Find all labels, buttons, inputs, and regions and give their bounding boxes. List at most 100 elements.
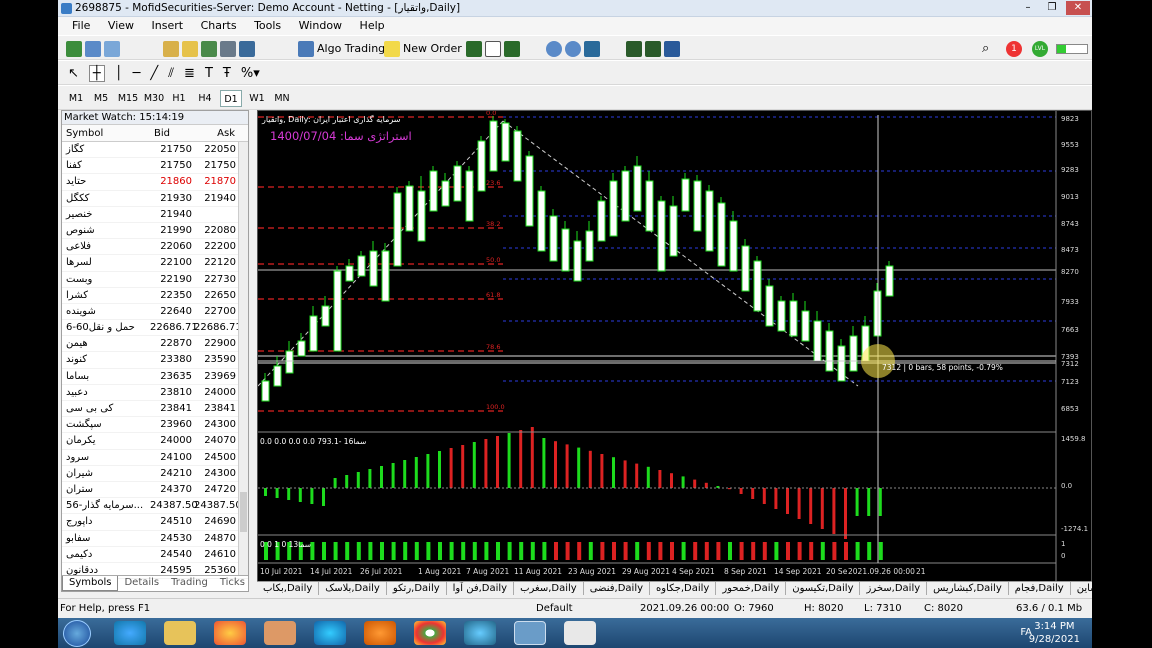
- media-player-icon[interactable]: [264, 621, 296, 645]
- market-watch-row[interactable]: فلاعی 22060 22200: [62, 239, 248, 256]
- restore-button[interactable]: ❐: [1040, 1, 1064, 15]
- market-watch-row[interactable]: لسرها 22100 22120: [62, 255, 248, 272]
- chart-window[interactable]: 0.0 23.6 38.2 50.0 61.8 78.6 100.0 9823 9553 928…: [257, 110, 1092, 596]
- market-watch-row[interactable]: داپورج 24510 24690: [62, 514, 248, 531]
- market-watch-row[interactable]: دکیمی 24540 24610: [62, 547, 248, 563]
- market-watch-scrollbar[interactable]: [238, 142, 248, 576]
- tile-windows-icon[interactable]: [584, 40, 600, 57]
- shapes-icon[interactable]: %▾: [241, 66, 260, 81]
- chart-tab[interactable]: خمحور,Daily: [716, 582, 787, 595]
- algo-trading-button[interactable]: Algo Trading: [298, 39, 385, 58]
- market-watch-row[interactable]: شوینده 22640 22700: [62, 304, 248, 321]
- image-viewer-icon[interactable]: [564, 621, 596, 645]
- text-icon[interactable]: T: [205, 66, 213, 81]
- templates-icon[interactable]: [664, 40, 680, 57]
- tray-clock[interactable]: 3:14 PM 9/28/2021: [1029, 620, 1080, 646]
- market-watch-row[interactable]: یکرمان 24000 24070: [62, 433, 248, 450]
- tf-m5[interactable]: M5: [90, 90, 112, 107]
- fibonacci-icon[interactable]: ≣: [184, 66, 195, 81]
- chart-tab[interactable]: سخرز,Daily: [860, 582, 928, 595]
- chart-tab[interactable]: بلاسک,Daily: [319, 582, 387, 595]
- cursor-icon[interactable]: ↖: [68, 66, 79, 81]
- explorer-icon[interactable]: [164, 621, 196, 645]
- ie-icon[interactable]: [114, 621, 146, 645]
- tf-h4[interactable]: H4: [194, 90, 216, 107]
- chart-shift-icon[interactable]: [645, 40, 661, 57]
- terminal-icon[interactable]: [220, 40, 236, 57]
- chart-tab[interactable]: شاین: [1071, 582, 1092, 595]
- candlestick-chart-icon[interactable]: [485, 40, 501, 57]
- ask-column-header[interactable]: Ask: [194, 125, 238, 141]
- notifications-icon[interactable]: 1: [1006, 40, 1022, 57]
- tf-w1[interactable]: W1: [246, 90, 268, 107]
- tab-details[interactable]: Details: [118, 576, 165, 591]
- metaeditor-icon[interactable]: [239, 40, 255, 57]
- vertical-line-icon[interactable]: │: [115, 66, 123, 81]
- menu-file[interactable]: File: [72, 19, 90, 32]
- chart-tab[interactable]: فجام,Daily: [1009, 582, 1071, 595]
- market-watch-row[interactable]: کی بی سی 23841 23841: [62, 401, 248, 418]
- network-app-icon[interactable]: [464, 621, 496, 645]
- market-watch-row[interactable]: سرمایه گذار-56... 24387.50 24387.50: [62, 498, 248, 515]
- market-watch-row[interactable]: هیمن 22870 22900: [62, 336, 248, 353]
- zoom-in-icon[interactable]: [546, 40, 562, 57]
- edge-icon[interactable]: [314, 621, 346, 645]
- tab-ticks[interactable]: Ticks: [214, 576, 251, 591]
- chart-tab[interactable]: جکاوه,Daily: [650, 582, 717, 595]
- chart-tab[interactable]: رتکو,Daily: [387, 582, 447, 595]
- market-watch-row[interactable]: کگاز 21750 22050: [62, 142, 248, 159]
- menu-charts[interactable]: Charts: [201, 19, 237, 32]
- market-watch-row[interactable]: شیران 24210 24300: [62, 466, 248, 482]
- tf-h1[interactable]: H1: [168, 90, 190, 107]
- zoom-out-icon[interactable]: [565, 40, 581, 57]
- close-button[interactable]: ✕: [1066, 1, 1090, 15]
- start-button[interactable]: [63, 620, 91, 647]
- chart-tab[interactable]: بکاب,Daily: [257, 582, 320, 595]
- search-icon[interactable]: ⌕: [982, 41, 989, 56]
- market-watch-row[interactable]: سفابو 24530 24870: [62, 531, 248, 547]
- navigator-icon[interactable]: [163, 40, 179, 57]
- tab-trading[interactable]: Trading: [165, 576, 214, 591]
- market-watch-row[interactable]: دعبید 23810 24000: [62, 385, 248, 401]
- strategy-tester-icon[interactable]: [201, 40, 217, 57]
- menu-help[interactable]: Help: [360, 19, 385, 32]
- chart-tab[interactable]: فنضی,Daily: [584, 582, 651, 595]
- market-watch-row[interactable]: ستران 24370 24720: [62, 482, 248, 499]
- new-order-button[interactable]: New Order: [384, 39, 462, 58]
- horizontal-line-icon[interactable]: ─: [133, 66, 141, 81]
- market-watch-row[interactable]: کشرا 22350 22650: [62, 288, 248, 304]
- title-bar[interactable]: 2698875 - MofidSecurities-Server: Demo A…: [58, 0, 1092, 17]
- chart-tab[interactable]: سغرب,Daily: [514, 582, 584, 595]
- text-label-icon[interactable]: Ŧ: [223, 66, 231, 81]
- minimize-button[interactable]: –: [1016, 1, 1040, 15]
- new-chart-icon[interactable]: [66, 40, 82, 57]
- tf-m1[interactable]: M1: [65, 90, 87, 107]
- market-watch-row[interactable]: شنوص 21990 22080: [62, 223, 248, 240]
- symbol-column-header[interactable]: Symbol: [62, 125, 150, 141]
- market-watch-row[interactable]: حتاید 21860 21870: [62, 174, 248, 191]
- line-chart-icon[interactable]: [504, 40, 520, 57]
- market-watch-row[interactable]: بساما 23635 23969: [62, 369, 248, 385]
- status-profile[interactable]: Default: [536, 603, 573, 614]
- market-watch-row[interactable]: سپگشت 23960 24300: [62, 417, 248, 434]
- scrollbar-thumb[interactable]: [240, 492, 247, 532]
- bar-chart-icon[interactable]: [466, 40, 482, 57]
- equidistant-channel-icon[interactable]: ⫽: [168, 66, 174, 81]
- tf-m30[interactable]: M30: [142, 90, 166, 107]
- market-watch-row[interactable]: ککگل 21930 21940: [62, 191, 248, 207]
- menu-view[interactable]: View: [108, 19, 134, 32]
- auto-scroll-icon[interactable]: [626, 40, 642, 57]
- chart-tab[interactable]: کبشاریس,Daily: [927, 582, 1009, 595]
- chart-tab[interactable]: تکیسون,Daily: [786, 582, 861, 595]
- chrome-icon[interactable]: [414, 621, 446, 645]
- signal-strength-icon[interactable]: LVL: [1032, 40, 1048, 57]
- firefox-icon[interactable]: [214, 621, 246, 645]
- tab-symbols[interactable]: Symbols: [62, 576, 119, 591]
- chart-tab[interactable]: فن آوا,Daily: [447, 582, 515, 595]
- bid-column-header[interactable]: Bid: [150, 125, 194, 141]
- menu-insert[interactable]: Insert: [152, 19, 184, 32]
- app-orange-icon[interactable]: [364, 621, 396, 645]
- toolbox-icon[interactable]: [182, 40, 198, 57]
- menu-window[interactable]: Window: [299, 19, 342, 32]
- profiles-icon[interactable]: [85, 40, 101, 57]
